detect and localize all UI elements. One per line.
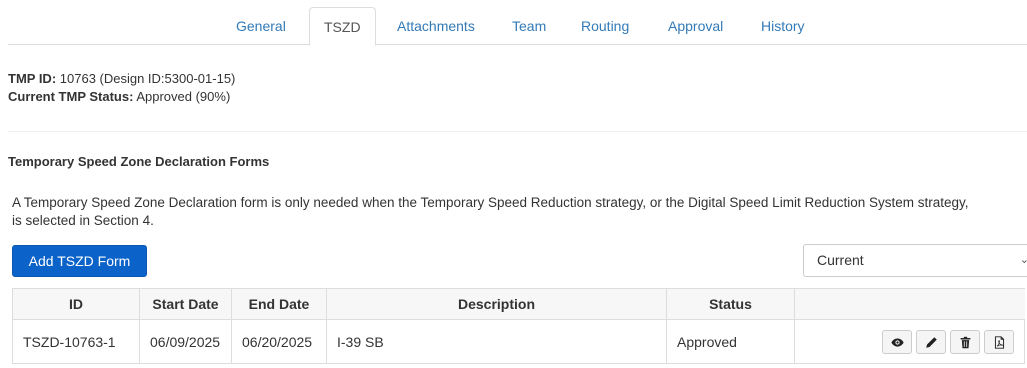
section-description: A Temporary Speed Zone Declaration form … <box>12 195 969 228</box>
section-title: Temporary Speed Zone Declaration Forms <box>8 154 270 169</box>
view-button[interactable] <box>882 329 912 354</box>
column-header-status: Status <box>666 288 795 320</box>
column-header-end-date: End Date <box>231 288 327 320</box>
table-header-row: ID Start Date End Date Description Statu… <box>12 288 1025 320</box>
tab-attachments[interactable]: Attachments <box>397 7 475 45</box>
tmp-id-line: TMP ID: 10763 (Design ID:5300-01-15) <box>8 70 235 88</box>
trash-icon <box>960 336 971 348</box>
section-divider <box>8 131 1027 132</box>
tab-tszd[interactable]: TSZD <box>309 7 376 46</box>
tab-history[interactable]: History <box>761 7 805 45</box>
cell-status: Approved <box>666 319 795 364</box>
tab-team[interactable]: Team <box>512 7 546 45</box>
column-header-id: ID <box>12 288 140 320</box>
cell-end-date: 06/20/2025 <box>231 319 327 364</box>
pdf-button[interactable] <box>984 329 1014 354</box>
cell-id: TSZD-10763-1 <box>12 319 140 364</box>
tab-routing[interactable]: Routing <box>581 7 629 45</box>
column-header-start-date: Start Date <box>139 288 232 320</box>
cell-description: I-39 SB <box>326 319 667 364</box>
pencil-icon <box>926 336 937 348</box>
table-row: TSZD-10763-1 06/09/2025 06/20/2025 I-39 … <box>12 319 1025 364</box>
add-tszd-form-button[interactable]: Add TSZD Form <box>12 245 147 277</box>
tab-approval[interactable]: Approval <box>668 7 723 45</box>
tmp-status-value: Approved (90%) <box>133 89 231 104</box>
chevron-down-icon: ⌄ <box>1019 254 1027 266</box>
tmp-id-label: TMP ID: <box>8 71 57 86</box>
delete-button[interactable] <box>950 329 980 354</box>
tab-bar: General TSZD Attachments Team Routing Ap… <box>8 7 1027 46</box>
cell-start-date: 06/09/2025 <box>139 319 232 364</box>
tmp-info: TMP ID: 10763 (Design ID:5300-01-15) Cur… <box>8 70 235 106</box>
tmp-id-value: 10763 (Design ID:5300-01-15) <box>56 71 236 86</box>
tab-general[interactable]: General <box>236 7 286 45</box>
column-header-description: Description <box>326 288 667 320</box>
tmp-status-label: Current TMP Status: <box>8 89 134 104</box>
status-filter-select[interactable]: Current ⌄ <box>803 244 1027 277</box>
column-header-actions <box>794 288 1025 320</box>
edit-button[interactable] <box>916 329 946 354</box>
cell-actions <box>794 319 1025 364</box>
tszd-forms-table: ID Start Date End Date Description Statu… <box>12 288 1025 364</box>
tmp-status-line: Current TMP Status: Approved (90%) <box>8 88 235 106</box>
status-filter-value: Current <box>817 252 864 268</box>
eye-icon <box>891 337 904 347</box>
pdf-icon <box>994 335 1005 349</box>
